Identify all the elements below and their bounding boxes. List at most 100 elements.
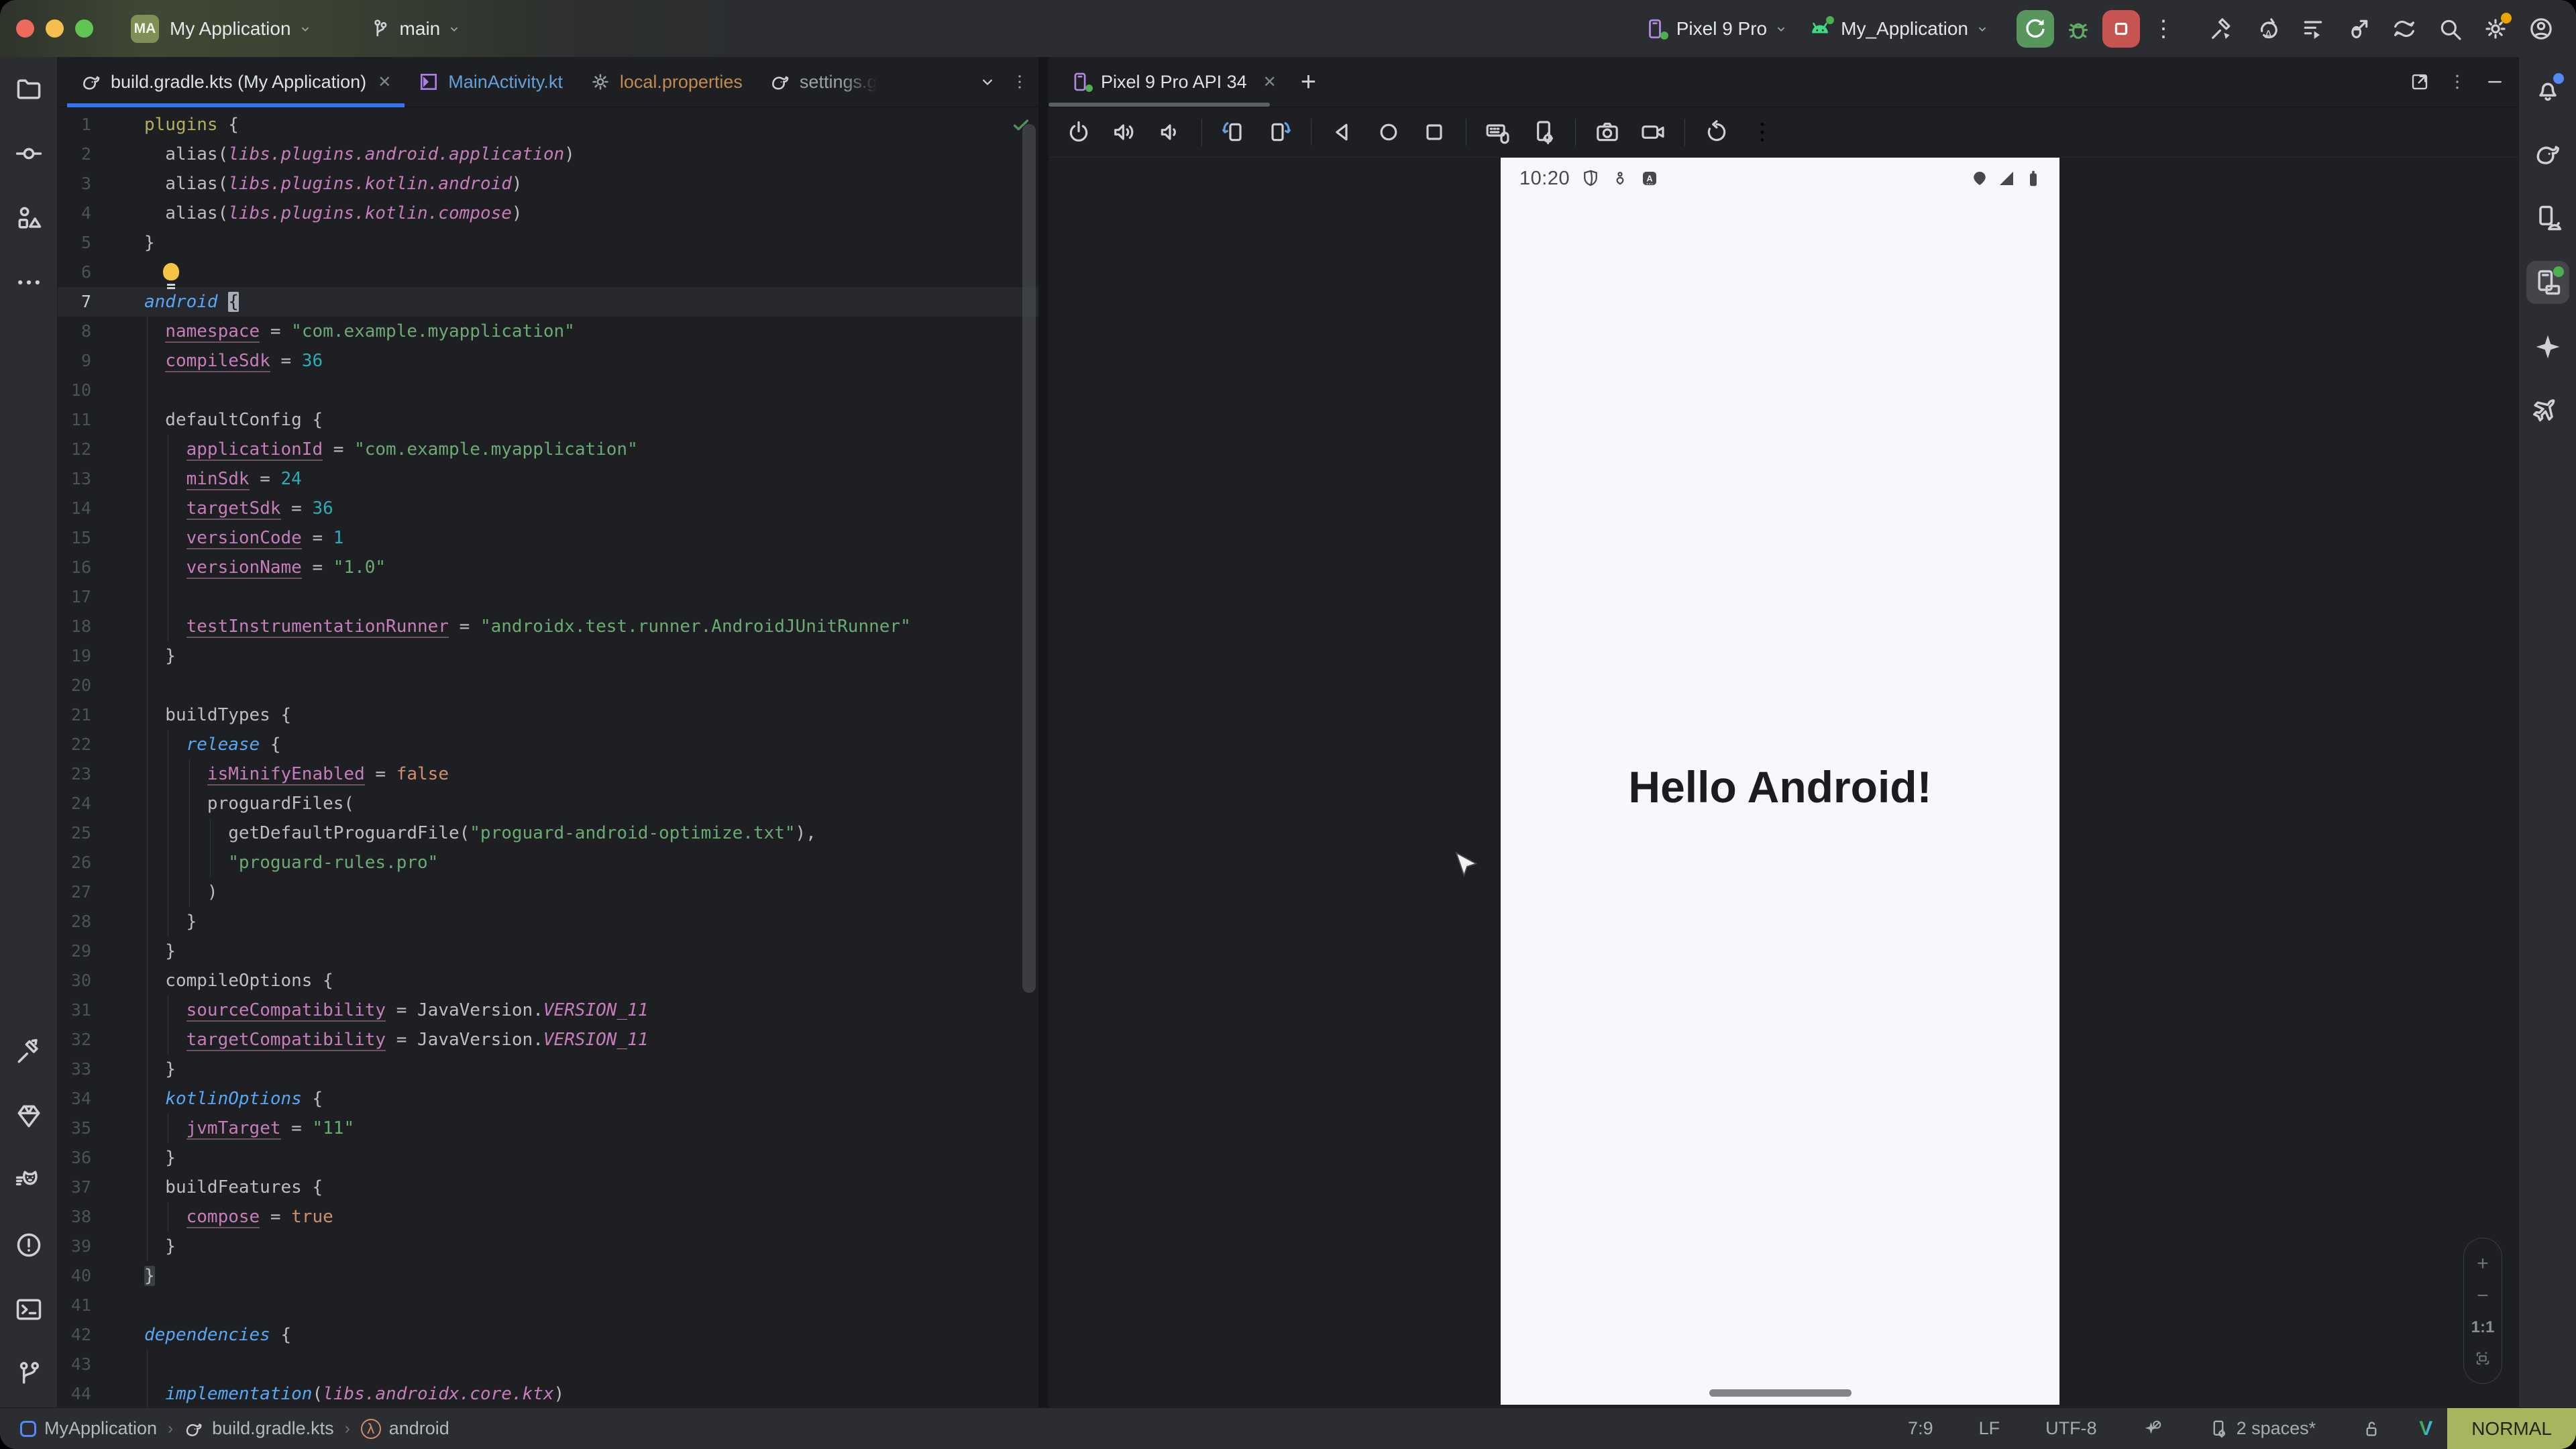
device-display-area: 10:20 A Hello Android! <box>1049 158 2518 1407</box>
panel-options-icon[interactable] <box>2447 72 2467 92</box>
search-everywhere-button[interactable] <box>2432 10 2467 48</box>
sidebar-item-more-tools[interactable] <box>7 261 50 304</box>
ai-assistant-widget[interactable] <box>2120 1408 2186 1449</box>
profiler-button[interactable] <box>2296 10 2330 48</box>
close-tab-icon[interactable]: ✕ <box>378 72 391 92</box>
android-back-button[interactable] <box>1324 113 1362 152</box>
device-settings-button[interactable] <box>1524 113 1563 152</box>
project-widget[interactable]: MA My Application <box>124 9 319 48</box>
volume-up-button[interactable] <box>1105 113 1144 152</box>
breadcrumb-file[interactable]: build.gradle.kts <box>184 1418 334 1439</box>
tab-mainactivity[interactable]: MainActivity.kt <box>405 57 576 107</box>
screen-record-button[interactable] <box>1633 113 1672 152</box>
sidebar-item-gemini[interactable] <box>2526 325 2569 368</box>
stop-button[interactable] <box>2102 10 2140 48</box>
tab-label: settings.g <box>800 72 877 93</box>
ideavim-widget[interactable]: V <box>2404 1408 2447 1449</box>
hardware-input-button[interactable] <box>1479 113 1517 152</box>
code-lines[interactable]: 1plugins {2 alias(libs.plugins.android.a… <box>58 110 1038 1407</box>
sidebar-item-running-devices[interactable] <box>2526 261 2569 304</box>
build-project-button[interactable] <box>2204 10 2239 48</box>
tab-local-properties[interactable]: local.properties <box>576 57 756 107</box>
battery-icon <box>2023 168 2043 189</box>
sidebar-item-git[interactable] <box>7 1352 50 1395</box>
run-more-options-icon[interactable]: ⋮ <box>2145 17 2182 40</box>
attach-debugger-button[interactable] <box>2341 10 2376 48</box>
lambda-icon: λ <box>361 1419 381 1439</box>
sidebar-item-project[interactable] <box>7 68 50 111</box>
close-window-button[interactable] <box>16 19 34 38</box>
rotate-left-button[interactable] <box>1214 113 1253 152</box>
project-badge: MA <box>131 15 159 43</box>
stop-icon <box>2108 15 2135 42</box>
line-separator-widget[interactable]: LF <box>1956 1408 2023 1449</box>
breadcrumb-element[interactable]: λ android <box>361 1418 449 1439</box>
tabs-more-icon[interactable] <box>1010 72 1029 91</box>
sidebar-item-gradle[interactable] <box>2526 132 2569 175</box>
sidebar-item-problems[interactable] <box>7 1224 50 1267</box>
device-running-dot <box>2553 266 2564 277</box>
emulator-more-button[interactable] <box>1743 113 1782 152</box>
zoom-out-button[interactable]: − <box>2477 1286 2489 1306</box>
rerun-button[interactable] <box>2017 10 2054 48</box>
device-tab[interactable]: Pixel 9 Pro API 34 ✕ <box>1062 70 1283 93</box>
power-button[interactable] <box>1059 113 1098 152</box>
account-button[interactable] <box>2524 10 2559 48</box>
search-icon <box>2436 15 2463 42</box>
screenshot-button[interactable] <box>1588 113 1627 152</box>
minimize-window-button[interactable] <box>46 19 64 38</box>
readonly-toggle-widget[interactable] <box>2339 1408 2404 1449</box>
zoom-window-button[interactable] <box>75 19 93 38</box>
gear-file-icon <box>590 71 611 93</box>
android-overview-button[interactable] <box>1415 113 1454 152</box>
add-device-tab-button[interactable]: + <box>1301 68 1316 95</box>
right-activity-bar <box>2518 57 2576 1407</box>
privacy-shield-icon <box>1580 168 1601 189</box>
tab-build-gradle[interactable]: build.gradle.kts (My Application) ✕ <box>67 57 405 107</box>
gradle-sync-button[interactable] <box>2387 10 2422 48</box>
sidebar-item-journeys[interactable] <box>2526 390 2569 433</box>
vim-mode-badge[interactable]: NORMAL <box>2447 1408 2576 1449</box>
auto-rotate-badge-icon: A <box>1640 168 1660 189</box>
volume-down-button[interactable] <box>1150 113 1189 152</box>
device-selector[interactable]: Pixel 9 Pro <box>1636 11 1795 46</box>
zoom-in-button[interactable]: + <box>2477 1254 2489 1274</box>
debug-button[interactable] <box>2059 10 2097 48</box>
tab-settings-gradle[interactable]: settings.g <box>756 57 891 107</box>
gesture-navigation-pill[interactable] <box>1709 1389 1851 1397</box>
device-screen[interactable]: 10:20 A Hello Android! <box>1501 158 2059 1405</box>
settings-button[interactable] <box>2478 10 2513 48</box>
encoding-widget[interactable]: UTF-8 <box>2023 1408 2120 1449</box>
device-manager-icon <box>2533 203 2563 233</box>
tab-label: build.gradle.kts (My Application) <box>111 72 366 93</box>
sidebar-item-resource-manager[interactable] <box>7 197 50 239</box>
titlebar: MA My Application main Pixel 9 Pro <box>0 0 2576 57</box>
editor-panel-splitter[interactable] <box>1038 57 1049 1407</box>
cursor-position-widget[interactable]: 7:9 <box>1885 1408 1956 1449</box>
device-tab-indicator <box>1049 103 1270 107</box>
indent-widget[interactable]: 2 spaces* <box>2186 1408 2339 1449</box>
sidebar-item-device-manager[interactable] <box>2526 197 2569 239</box>
code-editor[interactable]: 1plugins {2 alias(libs.plugins.android.a… <box>58 107 1038 1407</box>
hide-panel-icon[interactable] <box>2485 72 2505 92</box>
sidebar-item-app-quality-insights[interactable] <box>7 1095 50 1138</box>
zoom-ratio-button[interactable]: 1:1 <box>2471 1318 2495 1337</box>
open-in-new-window-icon[interactable] <box>2410 72 2430 92</box>
sidebar-item-build[interactable] <box>7 1030 50 1073</box>
fit-to-window-icon[interactable] <box>2473 1349 2492 1368</box>
apply-changes-button[interactable]: A <box>2250 10 2285 48</box>
unlocked-padlock-icon <box>2361 1419 2381 1439</box>
sidebar-item-terminal[interactable] <box>7 1288 50 1331</box>
reset-device-button[interactable] <box>1697 113 1736 152</box>
vcs-branch-widget[interactable]: main <box>362 12 469 46</box>
tabs-chevron-down-icon[interactable] <box>978 72 997 91</box>
close-device-tab-icon[interactable]: ✕ <box>1263 72 1277 92</box>
breadcrumb-module[interactable]: MyApplication <box>20 1418 157 1439</box>
sidebar-item-notifications[interactable] <box>2526 68 2569 111</box>
rotate-right-button[interactable] <box>1260 113 1299 152</box>
run-configuration-selector[interactable]: My_Application <box>1801 11 1996 47</box>
editor-scrollbar[interactable] <box>1022 124 1036 993</box>
sidebar-item-commit[interactable] <box>7 132 50 175</box>
android-home-button[interactable] <box>1369 113 1408 152</box>
sidebar-item-logcat[interactable] <box>7 1159 50 1202</box>
